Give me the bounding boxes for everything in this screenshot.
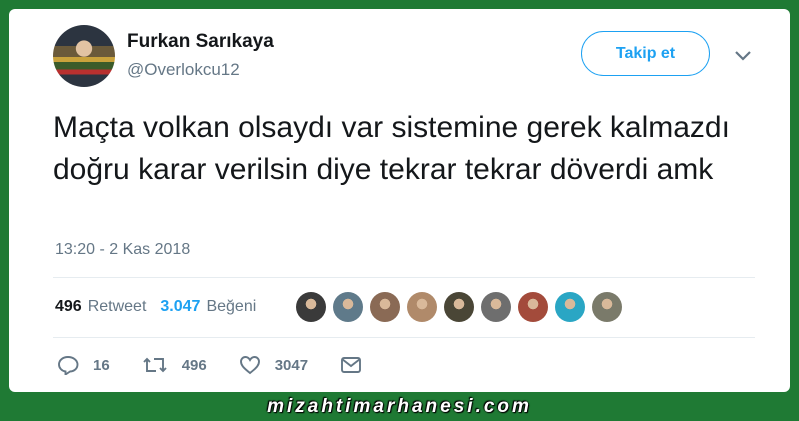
chevron-down-icon[interactable] (733, 49, 753, 63)
liker-avatar[interactable] (444, 292, 474, 322)
tweet-text: Maçta volkan olsaydı var sistemine gerek… (53, 111, 730, 186)
tweet-card: Furkan Sarıkaya @Overlokcu12 Takip et Ma… (9, 9, 790, 392)
follow-button[interactable]: Takip et (581, 31, 710, 76)
author-name[interactable]: Furkan Sarıkaya (127, 31, 274, 53)
divider (53, 277, 755, 278)
reply-count: 16 (93, 356, 110, 374)
timestamp[interactable]: 13:20 - 2 Kas 2018 (55, 241, 190, 259)
reply-action[interactable]: 16 (57, 355, 110, 375)
liker-avatars (296, 292, 629, 322)
liker-avatar[interactable] (333, 292, 363, 322)
retweet-action[interactable]: 496 (142, 355, 207, 375)
action-retweet-count: 496 (181, 356, 207, 374)
liker-avatar[interactable] (592, 292, 622, 322)
liker-avatar[interactable] (296, 292, 326, 322)
message-icon (341, 357, 362, 373)
liker-avatar[interactable] (407, 292, 437, 322)
action-like-count: 3047 (274, 356, 309, 374)
retweet-icon (143, 357, 167, 373)
liker-avatar[interactable] (481, 292, 511, 322)
like-count: 3.047 (160, 298, 201, 315)
liker-avatar[interactable] (518, 292, 548, 322)
retweet-count: 496 (55, 298, 82, 315)
liker-avatar[interactable] (370, 292, 400, 322)
like-stat[interactable]: 3.047 Beğeni (160, 298, 256, 316)
retweet-label: Retweet (87, 298, 147, 315)
heart-icon (239, 356, 260, 375)
action-bar: 16 496 3047 (57, 355, 408, 375)
watermark: mizahtimarhanesi.com (267, 395, 532, 417)
retweet-stat[interactable]: 496 Retweet (55, 298, 146, 316)
like-action[interactable]: 3047 (239, 355, 308, 375)
divider (53, 337, 755, 338)
liker-avatar[interactable] (555, 292, 585, 322)
avatar[interactable] (53, 25, 115, 87)
like-label: Beğeni (206, 298, 257, 315)
reply-icon (58, 356, 79, 375)
engagement-stats: 496 Retweet 3.047 Beğeni (55, 298, 270, 316)
author-handle[interactable]: @Overlokcu12 (127, 60, 240, 80)
direct-message-action[interactable] (340, 356, 376, 374)
